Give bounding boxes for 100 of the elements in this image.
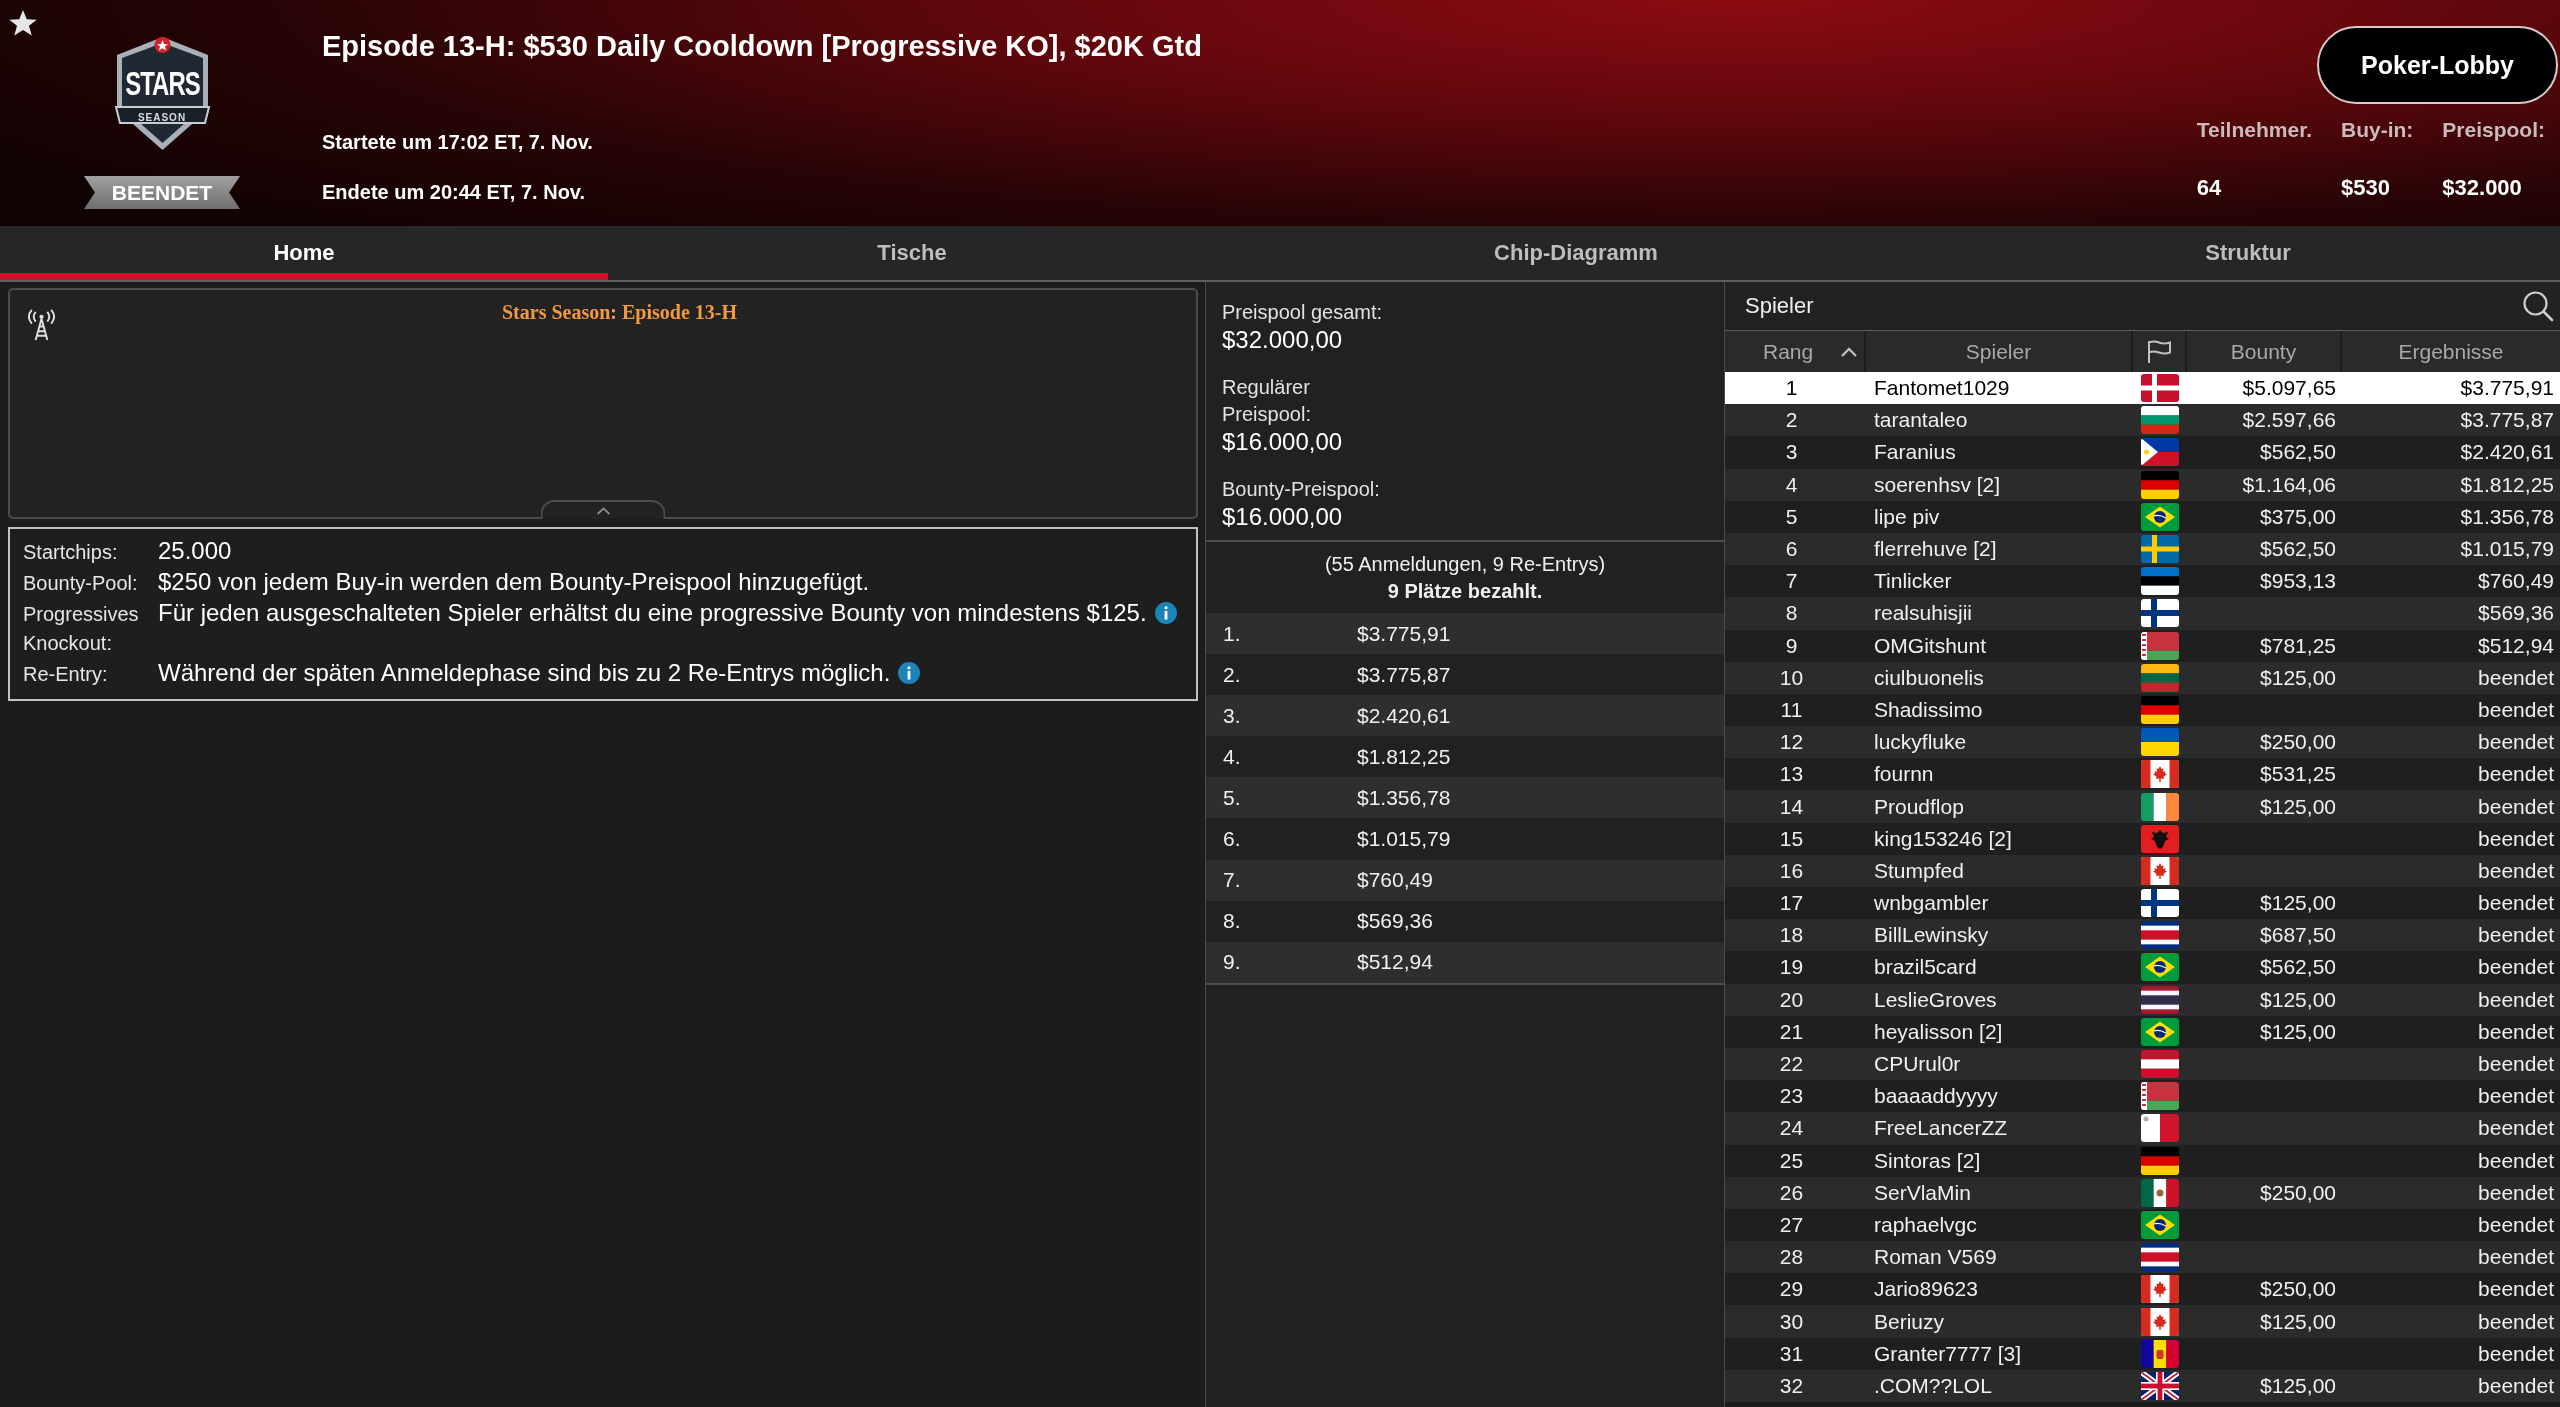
payout-amount: $1.812,25 (1357, 744, 1452, 769)
player-row[interactable]: 20 LeslieGroves $125,00 beendet (1725, 983, 2560, 1016)
status-ribbon: BEENDET (84, 176, 240, 209)
result-value: $3.775,87 (2459, 408, 2555, 433)
result-value: beendet (2477, 1309, 2555, 1334)
result-value: beendet (2477, 665, 2555, 690)
paid-places-note: 9 Plätze bezahlt. (1386, 579, 1544, 604)
bounty-amount: $2.597,66 (2242, 408, 2336, 432)
player-row[interactable]: 24 FreeLancerZZ beendet (1725, 1112, 2560, 1145)
player-name: realsuhisjii (1873, 601, 1974, 626)
payout-place: 3. (1223, 703, 1242, 728)
rank-number: 23 (1778, 1084, 1805, 1109)
player-name: heyalisson [2] (1873, 1019, 2004, 1044)
rank-number: 26 (1778, 1180, 1805, 1205)
flag-icon (2141, 1307, 2179, 1336)
prize-pool-label: Preispool gesamt: (1222, 300, 1384, 325)
rank-number: 32 (1778, 1373, 1805, 1398)
result-value: $1.356,78 (2459, 504, 2555, 529)
bounty-amount: $781,25 (2260, 633, 2336, 657)
flag-icon (2141, 1178, 2179, 1207)
tab[interactable]: Chip-Diagramm (1216, 226, 1936, 280)
rank-number: 18 (1778, 923, 1805, 948)
player-row[interactable]: 26 SerVlaMin $250,00 beendet (1725, 1176, 2560, 1209)
detail-value: 25.000 (158, 536, 232, 565)
flag-icon (2141, 1275, 2179, 1304)
rank-number: 6 (1784, 537, 1799, 562)
player-name: Tinlicker (1873, 569, 1953, 594)
rank-number: 30 (1778, 1309, 1805, 1334)
player-row[interactable]: 4 soerenhsv [2] $1.164,06 $1.812,25 (1725, 468, 2560, 501)
stat-label: Preispool: (2442, 117, 2545, 143)
result-value: beendet (2477, 923, 2555, 948)
bounty-amount: $953,13 (2260, 569, 2336, 593)
search-icon[interactable] (2522, 290, 2554, 322)
bounty-amount: $125,00 (2260, 987, 2336, 1011)
result-value: beendet (2477, 794, 2555, 819)
rank-number: 1 (1784, 376, 1799, 401)
prize-pool-amount: $32.000,00 (1222, 326, 1344, 354)
bounty-amount: $562,50 (2260, 440, 2336, 464)
player-name: Fantomet1029 (1873, 376, 2011, 401)
player-row[interactable]: 30 Beriuzy $125,00 beendet (1725, 1305, 2560, 1338)
result-value: beendet (2477, 987, 2555, 1012)
player-row[interactable]: 22 CPUrul0r beendet (1725, 1047, 2560, 1081)
rank-number: 25 (1778, 1148, 1805, 1173)
rank-number: 28 (1778, 1245, 1805, 1270)
player-row[interactable]: 14 Proudflop $125,00 beendet (1725, 790, 2560, 823)
player-row[interactable]: 2 tarantaleo $2.597,66 $3.775,87 (1725, 404, 2560, 437)
result-value: beendet (2477, 1148, 2555, 1173)
result-value: beendet (2477, 730, 2555, 755)
payout-place: 8. (1223, 909, 1242, 934)
column-header[interactable]: Ergebnisse (2342, 331, 2560, 372)
player-name: Granter7777 [3] (1873, 1341, 2023, 1366)
end-time: Endete um 20:44 ET, 7. Nov. (322, 180, 587, 205)
news-title: Stars Season: Episode 13-H (501, 300, 738, 324)
player-row[interactable]: 28 Roman V569 beendet (1725, 1241, 2560, 1274)
player-name: tarantaleo (1873, 408, 1969, 433)
flag-icon (2141, 953, 2179, 982)
player-name: Faranius (1873, 440, 1957, 465)
player-name: CPUrul0r (1873, 1052, 1962, 1077)
tab[interactable]: Home (0, 226, 608, 280)
tab[interactable]: Tische (608, 226, 1216, 280)
result-value: $1.015,79 (2459, 537, 2555, 562)
star-icon[interactable] (8, 8, 38, 38)
flag-icon (2141, 438, 2179, 467)
player-row[interactable]: 12 luckyfluke $250,00 beendet (1725, 726, 2560, 759)
player-row[interactable]: 32 .COM??LOL $125,00 beendet (1725, 1369, 2560, 1402)
bounty-amount: $125,00 (2260, 1373, 2336, 1397)
player-row[interactable]: 16 Stumpfed beendet (1725, 854, 2560, 887)
flag-icon (2141, 1243, 2179, 1272)
player-row[interactable]: 8 realsuhisjii $569,36 (1725, 597, 2560, 630)
player-row[interactable]: 10 ciulbuonelis $125,00 beendet (1725, 661, 2560, 694)
result-value: beendet (2477, 826, 2555, 851)
player-row[interactable]: 1 Fantomet1029 $5.097,65 $3.775,91 (1725, 372, 2560, 405)
payout-amount: $3.775,91 (1357, 621, 1452, 646)
result-value: beendet (2477, 1116, 2555, 1141)
rank-number: 12 (1778, 730, 1805, 755)
flag-icon (2141, 567, 2179, 596)
bounty-amount: $531,25 (2260, 762, 2336, 786)
rank-number: 19 (1778, 955, 1805, 980)
stat-value: 64 (2196, 175, 2223, 201)
bounty-amount: $1.164,06 (2242, 472, 2336, 496)
info-icon[interactable] (898, 662, 921, 684)
rank-number: 4 (1784, 472, 1799, 497)
player-name: Jario89623 (1873, 1277, 1979, 1302)
player-name: .COM??LOL (1873, 1373, 1993, 1398)
payout-amount: $1.015,79 (1357, 827, 1452, 851)
stat-value: $530 (2341, 175, 2391, 201)
player-name: Roman V569 (1873, 1245, 1998, 1270)
result-value: beendet (2477, 1245, 2555, 1270)
rank-number: 13 (1778, 762, 1805, 787)
poker-lobby-button[interactable]: Poker-Lobby (2317, 26, 2558, 104)
player-row[interactable]: 18 BillLewinsky $687,50 beendet (1725, 919, 2560, 952)
rank-number: 10 (1778, 665, 1805, 690)
payout-place: 5. (1223, 785, 1242, 810)
bounty-amount: $562,50 (2260, 537, 2336, 561)
info-icon[interactable] (1154, 602, 1177, 624)
flag-outline-icon[interactable] (2146, 339, 2172, 364)
player-name: LeslieGroves (1873, 987, 1998, 1012)
player-row[interactable]: 6 flerrehuve [2] $562,50 $1.015,79 (1725, 532, 2560, 566)
tab[interactable]: Struktur (1936, 226, 2560, 280)
bounty-amount: $125,00 (2260, 794, 2336, 818)
